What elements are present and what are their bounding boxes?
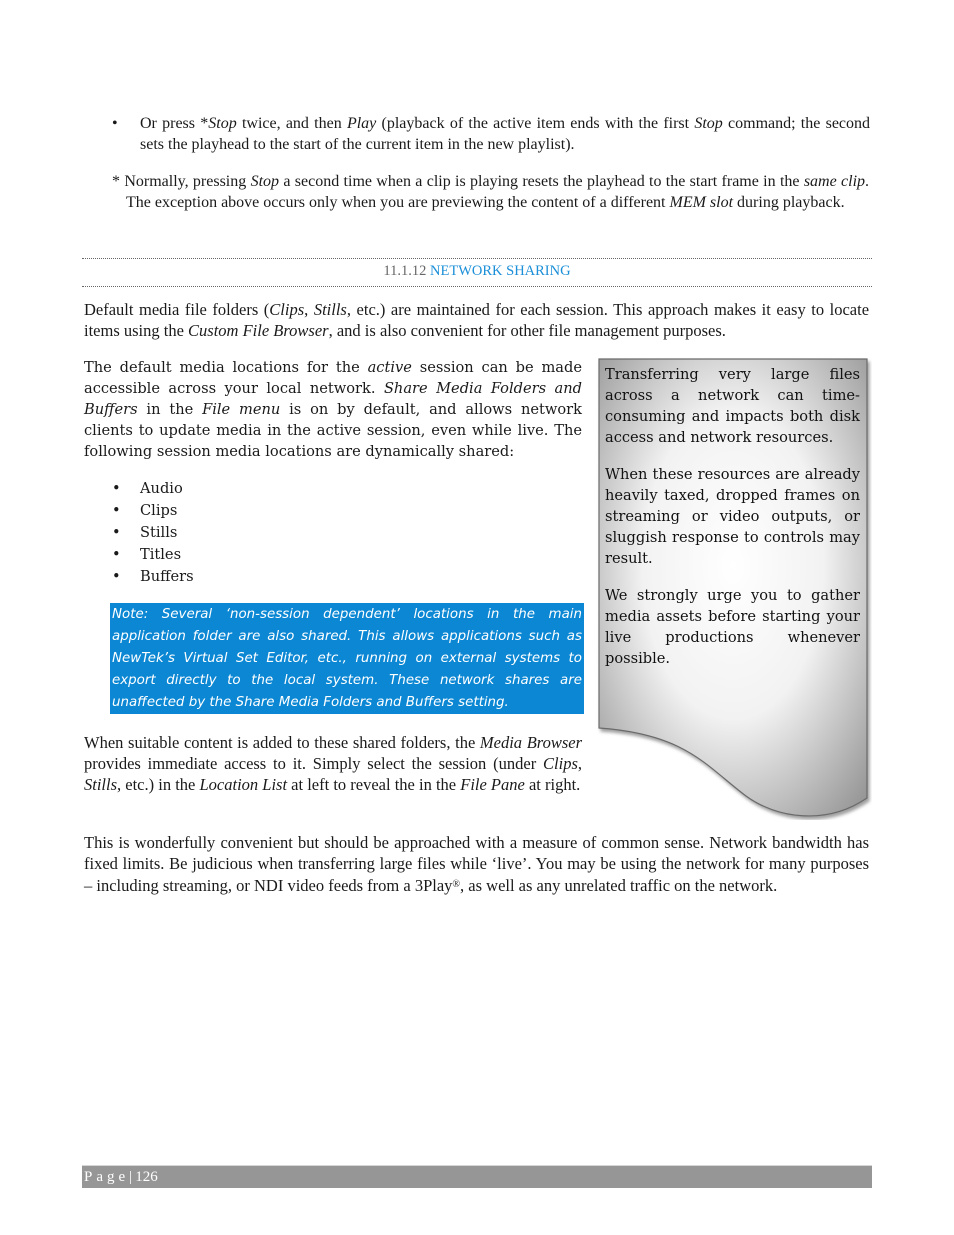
sidebar-callout-text: Transferring very large files across a n… xyxy=(605,364,860,685)
section-heading: 11.1.12 NETWORK SHARING xyxy=(82,259,872,284)
note-box: Note: Several ‘non-session dependent’ lo… xyxy=(110,603,584,714)
bullet-icon: • xyxy=(112,568,121,585)
sidebar-paragraph: Transferring very large files across a n… xyxy=(605,366,860,446)
list-item: • Clips xyxy=(112,500,194,522)
registered-mark: ® xyxy=(452,879,461,890)
section-title: NETWORK SHARING xyxy=(430,263,571,279)
list-item: • Stills xyxy=(112,522,194,544)
media-browser-paragraph: When suitable content is added to these … xyxy=(84,733,582,794)
shared-locations-list: • Audio • Clips • Stills • Titles • Buffers xyxy=(112,478,194,588)
bullet-icon: • xyxy=(112,115,118,132)
page-label: Page xyxy=(84,1169,130,1185)
sidebar-paragraph: We strongly urge you to gather media ass… xyxy=(605,587,860,667)
stop-play-bullet: • Or press *Stop twice, and then Play (p… xyxy=(112,113,870,155)
page-number: 126 xyxy=(135,1169,158,1185)
list-item: • Titles xyxy=(112,544,194,566)
active-session-paragraph: The default media locations for the acti… xyxy=(84,359,583,460)
page-footer: Page| 126 xyxy=(82,1165,872,1188)
bullet-icon: • xyxy=(112,524,121,541)
section-number: 11.1.12 xyxy=(383,263,427,279)
stop-footnote: * Normally, pressing Stop a second time … xyxy=(112,173,870,211)
note-text: Note: Several ‘non-session dependent’ lo… xyxy=(112,607,582,710)
section-heading-bar: 11.1.12 NETWORK SHARING xyxy=(82,258,872,287)
stop-play-text: Or press *Stop twice, and then Play (pla… xyxy=(140,115,871,153)
list-item: • Audio xyxy=(112,478,194,500)
bandwidth-caution-paragraph: This is wonderfully convenient but shoul… xyxy=(84,833,869,895)
bullet-icon: • xyxy=(112,502,121,519)
bullet-icon: • xyxy=(112,480,121,497)
list-item: • Buffers xyxy=(112,566,194,588)
sidebar-paragraph: When these resources are already heavily… xyxy=(605,466,860,567)
default-folders-paragraph: Default media file folders (Clips, Still… xyxy=(84,300,870,340)
bullet-icon: • xyxy=(112,546,121,563)
